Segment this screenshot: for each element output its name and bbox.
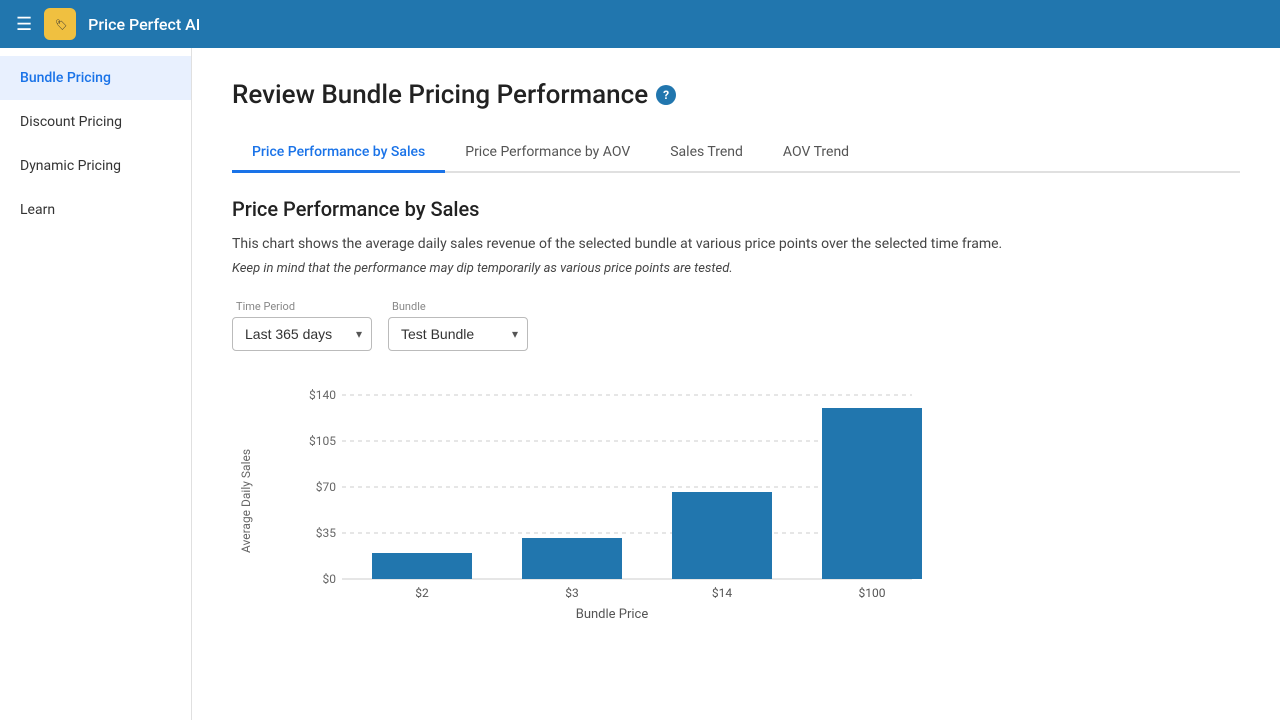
main-content: Review Bundle Pricing Performance ? Pric… <box>192 48 1280 720</box>
sidebar-item-dynamic-pricing[interactable]: Dynamic Pricing <box>0 144 191 188</box>
tab-price-by-aov[interactable]: Price Performance by AOV <box>445 134 650 173</box>
svg-text:$70: $70 <box>316 480 336 494</box>
time-period-select[interactable]: Last 365 days Last 30 days Last 90 days … <box>232 317 372 351</box>
tab-sales-trend[interactable]: Sales Trend <box>650 134 763 173</box>
svg-text:$0: $0 <box>323 572 337 586</box>
tabs-bar: Price Performance by Sales Price Perform… <box>232 134 1240 173</box>
bar-100 <box>822 408 922 579</box>
time-period-wrapper: Last 365 days Last 30 days Last 90 days … <box>232 317 372 351</box>
bar-3 <box>522 538 622 579</box>
layout: Bundle Pricing Discount Pricing Dynamic … <box>0 48 1280 720</box>
tab-aov-trend[interactable]: AOV Trend <box>763 134 869 173</box>
section-description: This chart shows the average daily sales… <box>232 233 1240 255</box>
svg-text:$140: $140 <box>309 388 336 402</box>
svg-text:$2: $2 <box>415 586 429 599</box>
sidebar-item-bundle-pricing[interactable]: Bundle Pricing <box>0 56 191 100</box>
time-period-filter: Time Period Last 365 days Last 30 days L… <box>232 300 372 351</box>
sidebar-item-learn[interactable]: Learn <box>0 188 191 232</box>
tab-price-by-sales[interactable]: Price Performance by Sales <box>232 134 445 173</box>
bundle-filter: Bundle Test Bundle Bundle A Bundle B <box>388 300 528 351</box>
bar-2 <box>372 553 472 579</box>
filters-row: Time Period Last 365 days Last 30 days L… <box>232 300 1240 351</box>
bar-chart: $0 $35 $70 $105 $140 $2 $3 $14 $100 <box>292 379 932 599</box>
app-title: Price Perfect AI <box>88 15 200 34</box>
sidebar-item-discount-pricing[interactable]: Discount Pricing <box>0 100 191 144</box>
svg-text:$105: $105 <box>309 434 336 448</box>
bundle-select[interactable]: Test Bundle Bundle A Bundle B <box>388 317 528 351</box>
svg-text:🏷: 🏷 <box>55 19 68 31</box>
page-title-row: Review Bundle Pricing Performance ? <box>232 80 1240 110</box>
svg-text:$35: $35 <box>316 526 336 540</box>
app-logo: 🏷 <box>44 8 76 40</box>
bar-14 <box>672 492 772 579</box>
section-title: Price Performance by Sales <box>232 197 1240 221</box>
chart-x-axis-label: Bundle Price <box>292 607 932 622</box>
bundle-wrapper: Test Bundle Bundle A Bundle B <box>388 317 528 351</box>
chart-area: Average Daily Sales $0 $35 $70 $105 $140 <box>232 379 952 622</box>
section-note: Keep in mind that the performance may di… <box>232 261 1240 276</box>
sidebar: Bundle Pricing Discount Pricing Dynamic … <box>0 48 192 720</box>
help-icon[interactable]: ? <box>656 85 676 105</box>
page-title: Review Bundle Pricing Performance <box>232 80 648 110</box>
hamburger-menu-icon[interactable]: ☰ <box>16 14 32 35</box>
bundle-label: Bundle <box>388 300 528 313</box>
svg-text:$3: $3 <box>565 586 579 599</box>
chart-y-axis-label: Average Daily Sales <box>239 449 253 553</box>
time-period-label: Time Period <box>232 300 372 313</box>
topbar: ☰ 🏷 Price Perfect AI <box>0 0 1280 48</box>
svg-text:$100: $100 <box>859 586 886 599</box>
svg-text:$14: $14 <box>712 586 732 599</box>
